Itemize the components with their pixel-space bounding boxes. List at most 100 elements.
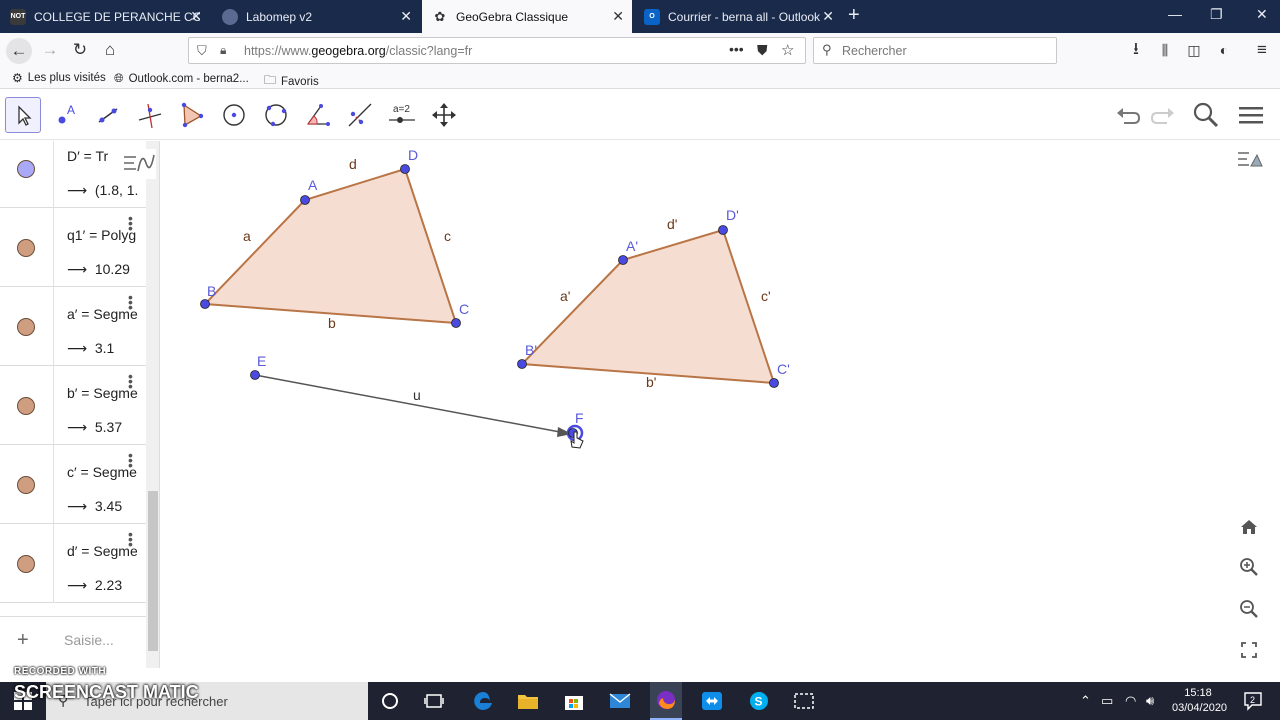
slider-tool-button[interactable]: a=2 bbox=[384, 97, 420, 133]
page-actions-icon[interactable]: ••• bbox=[729, 41, 744, 57]
algebra-definition: D′ = Tr bbox=[67, 148, 109, 164]
close-window-icon[interactable]: ✕ bbox=[1256, 6, 1268, 23]
tab-outlook[interactable]: O Courrier - berna all - Outlook ✕ bbox=[634, 0, 842, 33]
back-icon[interactable]: ← bbox=[6, 38, 32, 64]
geometry-canvas[interactable]: A B C D E F A' B' C' D' a b c d a' b' c'… bbox=[160, 141, 1280, 682]
search-field[interactable]: ⚲ Rechercher bbox=[813, 37, 1057, 64]
algebra-row[interactable]: • • • q1′ = Polyg ⟶ 10.29 bbox=[0, 208, 146, 287]
bookmark-outlook[interactable]: 🌐︎ Outlook.com - berna2... bbox=[114, 71, 249, 86]
redo-icon[interactable] bbox=[1148, 100, 1178, 130]
point-tool-button[interactable]: A bbox=[48, 97, 84, 133]
algebra-row[interactable]: • • • d′ = Segme ⟶ 2.23 bbox=[0, 524, 146, 603]
perpendicular-icon bbox=[138, 103, 162, 129]
maximize-icon[interactable]: ❐ bbox=[1210, 6, 1223, 23]
sidebar-icon[interactable]: ◫ bbox=[1182, 39, 1206, 61]
algebra-row[interactable]: • • • b′ = Segme ⟶ 5.37 bbox=[0, 366, 146, 445]
file-explorer-icon[interactable] bbox=[515, 688, 541, 714]
tab-college[interactable]: NOT COLLEGE DE PERANCHE COLL ✕ bbox=[0, 0, 210, 33]
undo-icon[interactable] bbox=[1113, 100, 1143, 130]
notifications-icon[interactable]: 2 bbox=[1240, 688, 1266, 714]
skype-icon[interactable]: S bbox=[746, 688, 772, 714]
teamviewer-icon[interactable] bbox=[699, 688, 725, 714]
point-e[interactable] bbox=[250, 370, 260, 380]
minimize-icon[interactable]: — bbox=[1168, 6, 1182, 22]
address-bar[interactable]: ⛉ 🔒︎ https://www.geogebra.org/classic?la… bbox=[188, 37, 806, 64]
pocket-icon[interactable]: ⛊ bbox=[757, 42, 768, 59]
fullscreen-icon[interactable] bbox=[1235, 636, 1263, 664]
snipping-tool-icon[interactable] bbox=[791, 688, 817, 714]
forward-icon[interactable]: → bbox=[38, 39, 62, 61]
standard-view-home-icon[interactable] bbox=[1235, 513, 1263, 541]
visibility-toggle[interactable] bbox=[17, 476, 35, 494]
point-c-prime[interactable] bbox=[769, 378, 779, 388]
vector-u[interactable] bbox=[254, 374, 561, 433]
close-tab-icon[interactable]: ✕ bbox=[822, 8, 834, 24]
tab-geogebra[interactable]: ✿ GeoGebra Classique ✕ bbox=[422, 0, 632, 33]
mail-icon[interactable] bbox=[607, 688, 633, 714]
move-tool-button[interactable] bbox=[5, 97, 41, 133]
point-d-prime[interactable] bbox=[718, 225, 728, 235]
perpendicular-tool-button[interactable] bbox=[132, 97, 168, 133]
cortana-icon[interactable] bbox=[377, 688, 403, 714]
point-c[interactable] bbox=[451, 318, 461, 328]
point-b[interactable] bbox=[200, 299, 210, 309]
new-tab-icon[interactable]: + bbox=[848, 4, 860, 27]
volume-icon[interactable]: 🔊︎ bbox=[1146, 693, 1154, 709]
circle-three-points-tool-button[interactable] bbox=[258, 97, 294, 133]
point-b-prime[interactable] bbox=[517, 359, 527, 369]
algebra-scrollbar[interactable] bbox=[146, 141, 159, 668]
zoom-out-icon[interactable] bbox=[1235, 595, 1263, 623]
lock-icon[interactable]: 🔒︎ bbox=[220, 43, 226, 58]
store-icon[interactable] bbox=[561, 688, 587, 714]
firefox-icon[interactable] bbox=[650, 682, 682, 720]
close-tab-icon[interactable]: ✕ bbox=[190, 8, 202, 24]
line-tool-button[interactable] bbox=[90, 97, 126, 133]
angle-tool-button[interactable] bbox=[300, 97, 336, 133]
edge-icon[interactable] bbox=[470, 688, 496, 714]
visibility-toggle[interactable] bbox=[17, 555, 35, 573]
bookmark-most-visited[interactable]: ⚙ Les plus visités bbox=[12, 71, 106, 85]
scrollbar-thumb[interactable] bbox=[148, 491, 158, 651]
point-d[interactable] bbox=[400, 164, 410, 174]
visibility-toggle[interactable] bbox=[17, 397, 35, 415]
reload-icon[interactable]: ↻ bbox=[68, 39, 92, 61]
move-view-tool-button[interactable] bbox=[426, 97, 462, 133]
task-view-icon[interactable] bbox=[421, 688, 447, 714]
zoom-in-icon[interactable] bbox=[1235, 553, 1263, 581]
algebra-input[interactable]: + Saisie... bbox=[0, 616, 146, 666]
bookmark-favoris[interactable]: 🗀 Favoris bbox=[264, 71, 319, 92]
graphics-style-bar-icon[interactable] bbox=[1235, 146, 1263, 174]
visibility-toggle[interactable] bbox=[17, 239, 35, 257]
browser-tab-bar: NOT COLLEGE DE PERANCHE COLL ✕ Labomep v… bbox=[0, 0, 1280, 33]
polygon-tool-button[interactable] bbox=[174, 97, 210, 133]
point-a-prime[interactable] bbox=[618, 255, 628, 265]
polygon-abcd[interactable] bbox=[202, 167, 458, 325]
account-icon[interactable]: ◐ bbox=[1212, 39, 1236, 61]
algebra-settings-icon[interactable] bbox=[122, 149, 156, 179]
visibility-toggle[interactable] bbox=[17, 160, 35, 178]
reflect-tool-button[interactable] bbox=[342, 97, 378, 133]
library-icon[interactable]: ⫼ bbox=[1153, 39, 1177, 61]
main-menu-icon[interactable] bbox=[1236, 100, 1266, 130]
close-tab-icon[interactable]: ✕ bbox=[400, 8, 412, 24]
point-a[interactable] bbox=[300, 195, 310, 205]
menu-icon[interactable]: ≡ bbox=[1250, 39, 1274, 61]
add-icon[interactable]: + bbox=[17, 629, 29, 652]
close-tab-icon[interactable]: ✕ bbox=[612, 8, 624, 24]
polygon-abcd-prime[interactable] bbox=[519, 228, 776, 385]
home-icon[interactable]: ⌂ bbox=[98, 39, 122, 61]
shield-icon[interactable]: ⛉ bbox=[197, 43, 207, 59]
wifi-icon[interactable]: ◠ bbox=[1125, 693, 1136, 709]
bookmark-star-icon[interactable]: ☆ bbox=[781, 41, 794, 59]
tab-labomep[interactable]: Labomep v2 ✕ bbox=[212, 0, 420, 33]
downloads-icon[interactable]: ⭳ bbox=[1124, 39, 1148, 61]
battery-icon[interactable]: ▭ bbox=[1101, 693, 1113, 709]
clock[interactable]: 15:18 03/04/2020 bbox=[1172, 686, 1227, 716]
circle-center-tool-button[interactable] bbox=[216, 97, 252, 133]
visibility-toggle[interactable] bbox=[17, 318, 35, 336]
graphics-view[interactable]: A B C D E F A' B' C' D' a b c d a' b' c'… bbox=[160, 141, 1280, 682]
search-icon[interactable] bbox=[1191, 100, 1221, 130]
algebra-row[interactable]: • • • a′ = Segme ⟶ 3.1 bbox=[0, 287, 146, 366]
algebra-row[interactable]: • • • c′ = Segme ⟶ 3.45 bbox=[0, 445, 146, 524]
show-hidden-icons-icon[interactable]: ⌃ bbox=[1080, 693, 1091, 709]
